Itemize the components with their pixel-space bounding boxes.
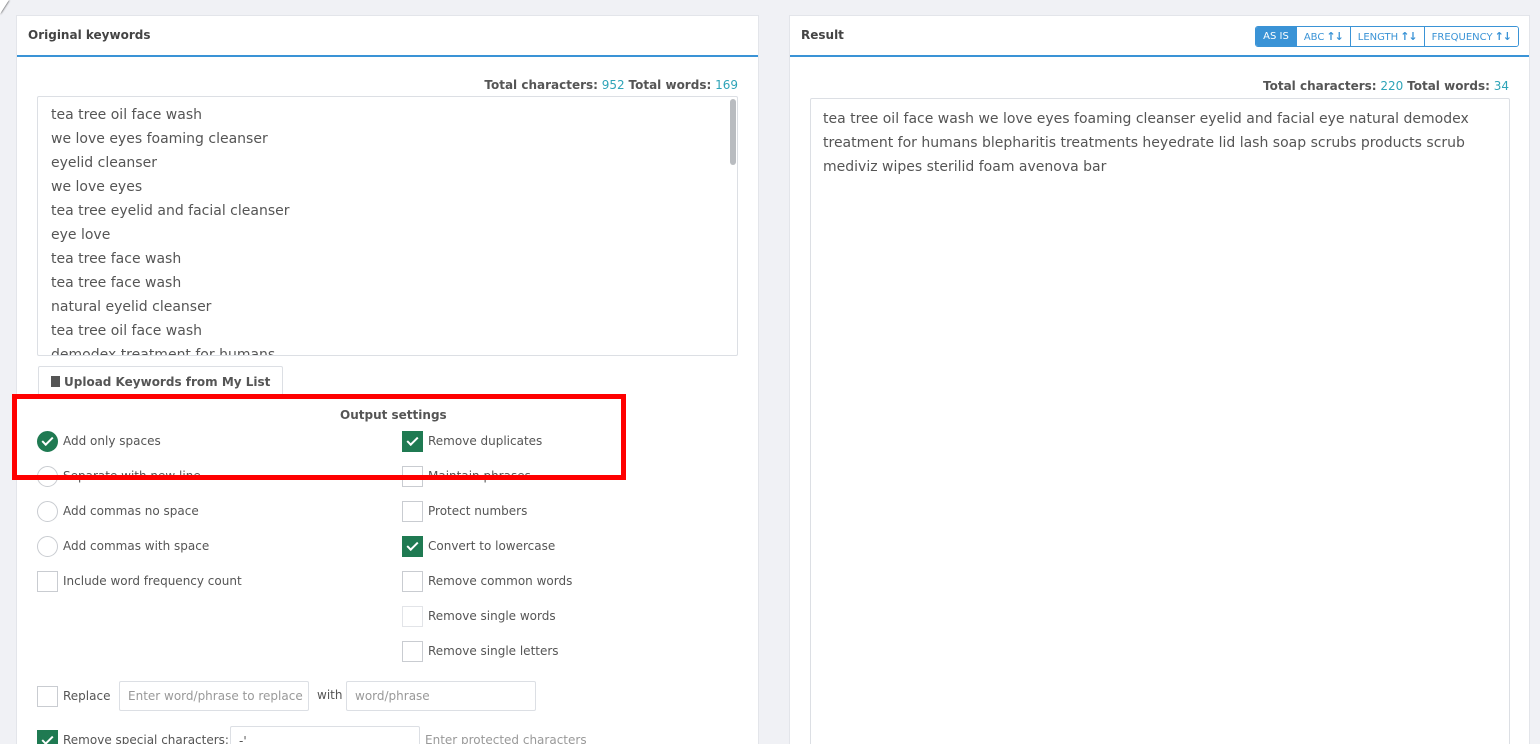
checkbox-checked-icon bbox=[402, 535, 423, 557]
sort-abc-button[interactable]: ABC ↑↓ bbox=[1295, 27, 1350, 46]
mouse-cursor bbox=[0, 0, 9, 14]
checkbox-icon bbox=[402, 640, 423, 662]
radio-icon bbox=[37, 465, 58, 487]
sort-length-button[interactable]: LENGTH ↑↓ bbox=[1349, 27, 1424, 46]
option-remove-single-words[interactable]: Remove single words bbox=[402, 605, 556, 627]
panel-title: Result bbox=[801, 28, 844, 42]
option-replace[interactable]: Replace bbox=[37, 685, 110, 707]
replace-with-input[interactable]: word/phrase bbox=[346, 681, 536, 711]
option-separate-new-line[interactable]: Separate with new line bbox=[37, 465, 201, 487]
upload-keywords-button[interactable]: Upload Keywords from My List bbox=[38, 366, 284, 398]
radio-icon bbox=[37, 535, 58, 557]
checkbox-icon bbox=[402, 570, 423, 592]
option-protect-numbers[interactable]: Protect numbers bbox=[402, 500, 527, 522]
option-add-commas-no-space[interactable]: Add commas no space bbox=[37, 500, 199, 522]
keyword-line: eyelid cleanser bbox=[51, 155, 157, 171]
with-label: with bbox=[317, 688, 343, 702]
file-upload-icon bbox=[51, 376, 60, 387]
original-keywords-panel: Original keywords Total characters: 952 … bbox=[16, 15, 759, 744]
option-remove-common-words[interactable]: Remove common words bbox=[402, 570, 572, 592]
keyword-line: tea tree face wash bbox=[51, 275, 182, 291]
panel-header: Result AS IS ABC ↑↓ LENGTH ↑↓ FREQUENCY ↑↓ bbox=[790, 16, 1529, 57]
checkbox-icon bbox=[402, 605, 423, 627]
sort-as-is-button[interactable]: AS IS bbox=[1256, 27, 1296, 46]
keyword-line: eye love bbox=[51, 227, 111, 243]
option-convert-lowercase[interactable]: Convert to lowercase bbox=[402, 535, 555, 557]
keyword-line: tea tree face wash bbox=[51, 251, 182, 267]
radio-checked-icon bbox=[37, 430, 58, 452]
option-remove-single-letters[interactable]: Remove single letters bbox=[402, 640, 559, 662]
keyword-line: tea tree oil face wash bbox=[51, 107, 203, 123]
checkbox-icon bbox=[402, 465, 423, 487]
result-stats: Total characters: 220 Total words: 34 bbox=[1263, 79, 1509, 93]
panel-title: Original keywords bbox=[28, 28, 151, 42]
radio-icon bbox=[37, 500, 58, 522]
checkbox-icon bbox=[402, 500, 423, 522]
keyword-line: we love eyes bbox=[51, 179, 143, 195]
option-word-frequency-count[interactable]: Include word frequency count bbox=[37, 570, 242, 592]
option-add-commas-with-space[interactable]: Add commas with space bbox=[37, 535, 209, 557]
sort-frequency-button[interactable]: FREQUENCY ↑↓ bbox=[1423, 27, 1518, 46]
keyword-stats: Total characters: 952 Total words: 169 bbox=[484, 78, 738, 92]
sort-arrows-icon: ↑↓ bbox=[1494, 30, 1512, 43]
result-panel: Result AS IS ABC ↑↓ LENGTH ↑↓ FREQUENCY ↑↓ … bbox=[789, 15, 1530, 744]
checkbox-checked-icon bbox=[402, 430, 423, 452]
option-add-only-spaces[interactable]: Add only spaces bbox=[37, 430, 161, 452]
checkbox-icon bbox=[37, 570, 58, 592]
sort-arrows-icon: ↑↓ bbox=[1400, 30, 1417, 43]
output-settings-title: Output settings bbox=[340, 408, 447, 422]
textarea-scrollbar[interactable] bbox=[730, 99, 736, 165]
keyword-line: natural eyelid cleanser bbox=[51, 299, 212, 315]
option-remove-special-characters[interactable]: Remove special characters: bbox=[37, 729, 229, 744]
sort-button-group: AS IS ABC ↑↓ LENGTH ↑↓ FREQUENCY ↑↓ bbox=[1255, 26, 1519, 47]
protected-characters-placeholder[interactable]: Enter protected characters bbox=[425, 733, 587, 744]
keyword-line: tea tree oil face wash bbox=[51, 323, 203, 339]
sort-arrows-icon: ↑↓ bbox=[1326, 30, 1343, 43]
replace-input[interactable]: Enter word/phrase to replace bbox=[119, 681, 309, 711]
checkbox-checked-icon bbox=[37, 729, 58, 744]
keyword-line: demodex treatment for humans bbox=[51, 347, 276, 356]
option-remove-duplicates[interactable]: Remove duplicates bbox=[402, 430, 542, 452]
keyword-line: we love eyes foaming cleanser bbox=[51, 131, 268, 147]
keyword-line: tea tree eyelid and facial cleanser bbox=[51, 203, 290, 219]
keywords-textarea[interactable]: tea tree oil face wash we love eyes foam… bbox=[37, 96, 738, 356]
special-characters-input[interactable]: -' bbox=[230, 726, 420, 744]
checkbox-icon bbox=[37, 685, 58, 707]
option-maintain-phrases[interactable]: Maintain phrases bbox=[402, 465, 531, 487]
panel-header: Original keywords bbox=[17, 16, 758, 57]
result-textarea[interactable]: tea tree oil face wash we love eyes foam… bbox=[810, 98, 1510, 744]
